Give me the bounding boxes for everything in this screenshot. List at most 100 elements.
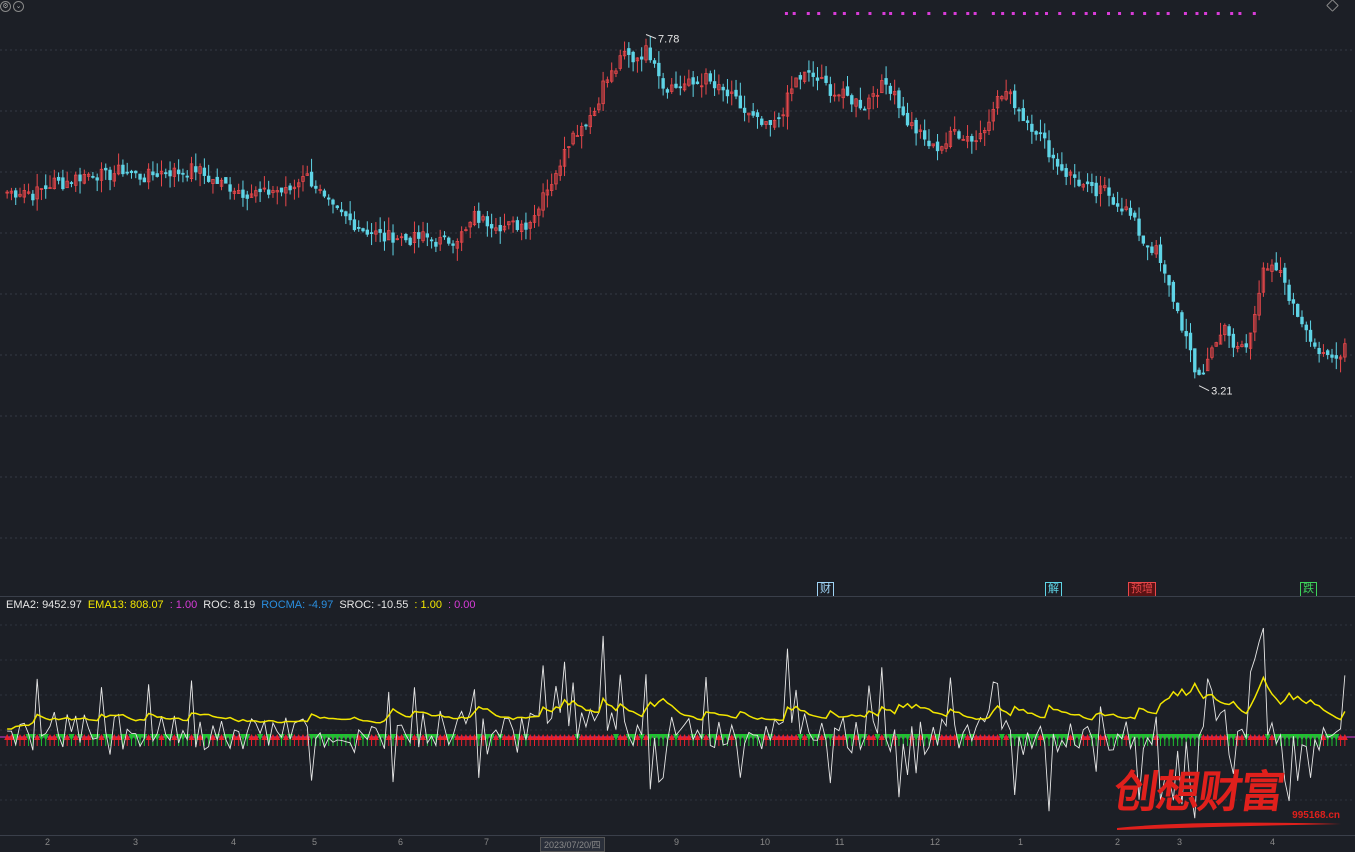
candle-body — [121, 164, 125, 175]
watermark-logo: 创想财富 995168.cn — [1111, 756, 1350, 834]
candle-body — [181, 172, 185, 175]
flag-dot — [1044, 12, 1048, 15]
candle-body — [1055, 158, 1060, 167]
candle-body — [1064, 168, 1068, 177]
candle-body — [524, 222, 528, 230]
candle-body — [828, 84, 833, 96]
candle-body — [352, 219, 357, 231]
candle-body — [91, 175, 95, 178]
candle-body — [327, 197, 331, 200]
candle-body — [134, 170, 138, 174]
candle-body — [365, 229, 369, 235]
candle-body — [712, 81, 717, 89]
candle-body — [1304, 324, 1308, 331]
candle-body — [155, 173, 159, 177]
candle-body — [734, 89, 738, 97]
price-chart[interactable]: 7.78 3.21 ⚙ ⌄ 财 解 预增 跌 — [0, 0, 1355, 597]
flag-dot — [1072, 12, 1076, 15]
candle-body — [1030, 123, 1034, 132]
candle-body — [142, 177, 147, 183]
candle-body — [1308, 329, 1313, 342]
candle-body — [665, 89, 670, 93]
candle-body — [1163, 264, 1167, 274]
chevron-down-icon[interactable]: ⌄ — [13, 1, 24, 12]
candle-body — [897, 90, 901, 109]
flag-dot — [1118, 12, 1122, 15]
candle-body — [61, 177, 65, 190]
candle-body — [798, 75, 803, 80]
flag-dot — [966, 12, 970, 15]
candle-body — [845, 86, 850, 96]
candle-body — [738, 95, 742, 109]
candle-body — [1073, 174, 1077, 178]
flag-dot — [1107, 12, 1111, 15]
candle-body — [95, 177, 99, 181]
candle-body — [1227, 326, 1231, 336]
candle-body — [164, 172, 168, 175]
candle-body — [648, 47, 652, 61]
candle-body — [858, 99, 863, 109]
candle-body — [331, 199, 335, 205]
candle-body — [382, 232, 387, 242]
flag-dot — [833, 12, 837, 15]
flag-dot — [1230, 12, 1234, 15]
candle-body — [151, 171, 155, 176]
event-tag[interactable]: 财 — [817, 582, 834, 597]
flag-dot — [927, 12, 931, 15]
flag-dot — [1216, 12, 1220, 15]
flag-dot — [991, 12, 995, 15]
event-tag[interactable]: 跌 — [1300, 582, 1317, 597]
candle-body — [850, 95, 854, 105]
candle-body — [760, 118, 764, 125]
candle-body — [1145, 245, 1150, 248]
candle-body — [224, 177, 228, 184]
axis-tick-label: 2023/07/20/四 — [540, 837, 605, 852]
flag-dot — [1001, 12, 1005, 15]
candle-body — [485, 216, 490, 227]
candle-body — [129, 170, 134, 174]
candle-body — [1291, 299, 1296, 304]
event-tag[interactable]: 预增 — [1128, 582, 1156, 597]
settings-icon[interactable]: ⚙ — [0, 1, 11, 12]
flag-dot — [1058, 12, 1062, 15]
candle-body — [1141, 235, 1146, 244]
candle-body — [56, 176, 61, 181]
flag-dot — [1143, 12, 1147, 15]
candle-body — [678, 86, 682, 89]
candle-body — [1034, 131, 1038, 135]
candle-body — [369, 232, 374, 235]
candle-body — [657, 62, 661, 77]
candle-body — [1326, 350, 1330, 356]
candle-body — [1167, 275, 1171, 286]
candle-body — [1287, 284, 1291, 301]
flag-dot — [1156, 12, 1160, 15]
watermark-url: 995168.cn — [1292, 810, 1340, 821]
candle-body — [44, 185, 48, 190]
candle-body — [1085, 181, 1090, 185]
candle-body — [1300, 316, 1304, 325]
flag-dot — [1238, 12, 1242, 15]
candle-body — [935, 141, 940, 152]
candle-body — [447, 237, 451, 244]
candle-body — [1313, 342, 1317, 347]
candle-body — [584, 124, 588, 127]
candle-body — [1158, 244, 1163, 263]
flag-dot — [953, 12, 957, 15]
candle-body — [927, 140, 931, 147]
candle-body — [640, 56, 644, 60]
candle-body — [108, 169, 112, 181]
event-tag[interactable]: 解 — [1045, 582, 1062, 597]
candle-body — [1244, 343, 1248, 348]
candle-body — [811, 72, 815, 77]
candle-body — [228, 184, 232, 192]
candle-body — [241, 189, 245, 198]
candle-body — [652, 60, 657, 64]
candle-body — [1038, 132, 1043, 135]
candle-body — [1201, 372, 1206, 375]
ema-line — [7, 675, 1346, 730]
candle-body — [206, 175, 211, 182]
candle-body — [742, 107, 747, 113]
candle-body — [404, 233, 408, 241]
candle-body — [489, 224, 494, 229]
candle-body — [31, 193, 35, 201]
